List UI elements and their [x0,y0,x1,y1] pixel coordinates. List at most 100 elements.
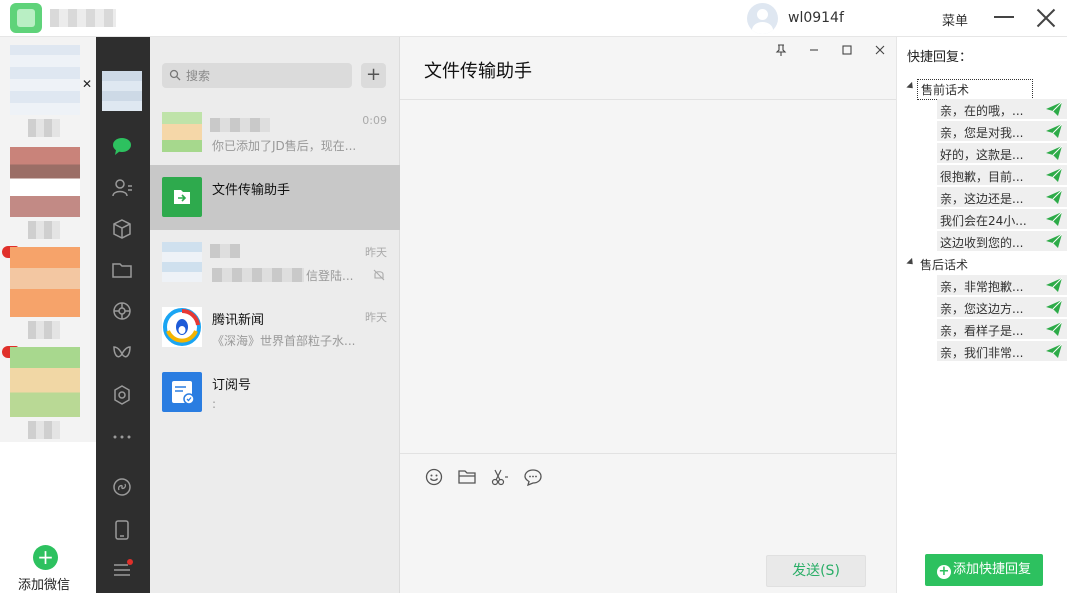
chat-item[interactable]: 信登陆... 昨天 [150,230,400,295]
quick-reply-text: 亲，这边还是... [940,192,1024,206]
chat-item-file-transfer[interactable]: 文件传输助手 [150,165,400,230]
quick-reply-item[interactable]: 亲，我们非常... [937,341,1067,361]
nav-sidebar [96,37,150,593]
app-name-blurred [50,9,116,27]
send-plane-icon[interactable] [1045,343,1063,359]
app-logo-icon [10,3,42,33]
expand-triangle-icon[interactable] [906,257,916,268]
more-icon[interactable] [111,426,133,448]
close-account-icon[interactable]: ✕ [82,77,92,91]
username: wl0914f [788,10,844,26]
quick-reply-item[interactable]: 亲，这边还是... [937,187,1067,207]
account-label-blurred [28,221,60,239]
quick-reply-title: 快捷回复： [907,50,973,65]
chat-name: 订阅号 [212,378,252,393]
window-maximize-icon[interactable] [840,43,854,57]
send-plane-icon[interactable] [1045,299,1063,315]
phone-icon[interactable] [111,519,133,541]
plus-circle-icon: + [936,564,951,579]
account-strip: ✕ [0,37,100,442]
quick-reply-item[interactable]: 亲，您这边方... [937,297,1067,317]
my-avatar[interactable] [102,71,142,111]
mini-program-icon[interactable] [111,343,133,365]
send-button[interactable]: 发送(S) [766,555,866,587]
expand-triangle-icon[interactable] [906,81,916,92]
chat-time: 昨天 [365,246,387,259]
chat-window: 文件传输助手 发送(S) [400,37,896,593]
chat-item[interactable]: 你已添加了JD售后，现在... 0:09 [150,100,400,165]
window-minimize-icon[interactable] [807,43,821,57]
quick-reply-item[interactable]: 这边收到您的... [937,231,1067,251]
send-plane-icon[interactable] [1045,321,1063,337]
quick-reply-text: 我们会在24小... [940,214,1027,228]
add-wechat-label[interactable]: 添加微信 [18,574,70,593]
quick-reply-item[interactable]: 亲，非常抱歉... [937,275,1067,295]
chat-preview: 《深海》世界首部粒子水... [212,334,356,348]
quick-reply-item[interactable]: 亲，在的哦，... [937,99,1067,119]
menu-icon[interactable] [111,559,133,581]
emoji-icon[interactable] [424,467,444,487]
quick-reply-item[interactable]: 很抱歉，目前... [937,165,1067,185]
quick-reply-item[interactable]: 好的，这款是... [937,143,1067,163]
search-box[interactable] [162,63,352,88]
search-icon [169,69,181,81]
compose-area[interactable]: 发送(S) [400,453,896,593]
quick-reply-item[interactable]: 我们会在24小... [937,209,1067,229]
chat-name-blurred [210,118,270,132]
pin-icon[interactable] [774,43,788,57]
send-plane-icon[interactable] [1045,123,1063,139]
chat-name-blurred [210,244,240,258]
search-input[interactable] [186,63,346,88]
user-avatar[interactable] [747,3,778,34]
message-bubble-icon[interactable] [523,467,543,487]
send-plane-icon[interactable] [1045,101,1063,117]
chat-item-subscriptions[interactable]: 订阅号 : [150,360,400,425]
chat-preview: : [212,397,217,411]
account-item[interactable] [10,45,80,115]
header-divider [400,99,896,100]
account-item[interactable] [10,147,80,217]
chat-item-tencent-news[interactable]: 腾讯新闻 《深海》世界首部粒子水... 昨天 [150,295,400,360]
send-plane-icon[interactable] [1045,277,1063,293]
window-close-icon[interactable] [873,43,887,57]
send-plane-icon[interactable] [1045,189,1063,205]
top-bar: wl0914f 菜单 [0,0,1067,37]
chat-list: + 你已添加了JD售后，现在... 0:09 文件传输助手 信登陆... 昨天 [150,37,400,593]
minimize-icon[interactable] [994,16,1014,18]
send-plane-icon[interactable] [1045,167,1063,183]
quick-reply-text: 这边收到您的... [940,236,1024,250]
quick-reply-text: 亲，看样子是... [940,324,1024,338]
account-label-blurred [28,421,60,439]
mute-icon [373,269,385,281]
account-item[interactable] [10,347,80,417]
add-quick-reply-label: 添加快捷回复 [952,562,1031,577]
add-chat-button[interactable]: + [361,63,386,88]
contacts-icon[interactable] [111,177,133,199]
quick-reply-text: 亲，您这边方... [940,302,1024,316]
send-plane-icon[interactable] [1045,145,1063,161]
mini-program-panel-icon[interactable] [111,476,133,498]
folder-icon[interactable] [111,259,133,281]
moments-icon[interactable] [111,300,133,322]
quick-reply-item[interactable]: 亲，看样子是... [937,319,1067,339]
box-icon[interactable] [111,218,133,240]
account-label-blurred [28,321,60,339]
quick-reply-text: 亲，您是对我... [940,126,1024,140]
scissors-icon[interactable] [490,467,510,487]
add-wechat-icon[interactable]: + [33,545,58,570]
quick-reply-text: 亲，非常抱歉... [940,280,1024,294]
quick-reply-item[interactable]: 亲，您是对我... [937,121,1067,141]
add-quick-reply-button[interactable]: + 添加快捷回复 [925,554,1043,586]
settings-hex-icon[interactable] [111,384,133,406]
chat-avatar [162,242,202,282]
folder-icon[interactable] [457,467,477,487]
menu-button[interactable]: 菜单 [942,10,968,29]
tencent-news-icon [162,307,202,347]
send-plane-icon[interactable] [1045,233,1063,249]
group-label: 售后话术 [920,258,969,272]
quick-reply-text: 亲，我们非常... [940,346,1024,360]
send-plane-icon[interactable] [1045,211,1063,227]
account-item[interactable] [10,247,80,317]
chat-icon[interactable] [111,135,133,157]
close-icon[interactable] [1036,8,1056,28]
